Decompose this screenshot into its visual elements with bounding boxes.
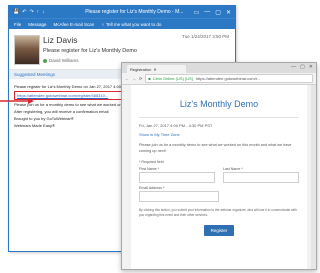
message-date: Tue 1/24/2017 3:50 PM — [182, 34, 229, 39]
name-row: First Name * Last Name * — [139, 167, 299, 183]
required-note: * Required field — [139, 160, 164, 164]
down-arrow-icon[interactable]: ↓ — [42, 9, 45, 15]
tab-file[interactable]: File — [14, 22, 21, 27]
page-title: Liz's Monthly Demo — [179, 99, 259, 109]
tab-message[interactable]: Message — [28, 22, 46, 27]
save-icon[interactable]: 💾 — [13, 9, 19, 15]
recipient-name[interactable]: David Williams — [49, 58, 79, 63]
tab-mcafee[interactable]: McAfee E-mail Scan — [54, 22, 95, 27]
message-subject: Please register for Liz's Monthly Demo — [43, 48, 137, 54]
window-title: Please register for Liz's Monthly Demo -… — [85, 9, 184, 15]
ribbon-tabs: File Message McAfee E-mail Scan ♀ Tell m… — [9, 18, 235, 29]
close-icon[interactable]: ✕ — [226, 9, 231, 16]
webinar-date: Fri, Jan 27, 2017 4:00 PM - 4:30 PM PST — [139, 123, 213, 128]
last-name-label: Last Name * — [223, 167, 243, 171]
forward-icon[interactable]: → — [132, 76, 136, 81]
divider — [139, 117, 299, 118]
browser-tab-strip: Registration ✕ — ▢ ✕ — [122, 63, 316, 73]
scrollbar[interactable] — [311, 85, 316, 269]
quick-access-toolbar: 💾 ↶ ↷ ↑ ↓ — [9, 9, 75, 15]
first-name-field[interactable] — [139, 172, 215, 183]
up-arrow-icon[interactable]: ↑ — [37, 9, 40, 15]
back-icon[interactable]: ← — [125, 76, 129, 81]
minimize-icon[interactable]: — — [291, 64, 296, 70]
window-controls: ▭ — ▢ ✕ — [194, 9, 235, 16]
register-button[interactable]: Register — [204, 225, 234, 236]
tab-label: Registration — [130, 66, 152, 72]
minimize-icon[interactable]: — — [204, 9, 210, 16]
webinar-description: Please join us for a monthly demo to see… — [139, 143, 292, 153]
email-field[interactable] — [139, 191, 219, 202]
avatar — [14, 35, 40, 65]
maximize-icon[interactable]: ▢ — [300, 64, 305, 70]
close-icon[interactable]: ✕ — [309, 64, 313, 70]
outlook-title-bar: 💾 ↶ ↷ ↑ ↓ Please register for Liz's Mont… — [9, 6, 235, 18]
first-name-group: First Name * — [139, 167, 215, 183]
browser-window-controls: — ▢ ✕ — [291, 64, 313, 70]
presence-icon — [43, 58, 47, 63]
email-label: Email Address * — [139, 186, 165, 190]
address-bar[interactable]: ■ Citrix Online (US) [US] https://attend… — [145, 74, 313, 83]
browser-window: Registration ✕ — ▢ ✕ ← → ⟳ ■ Citrix Onli… — [121, 62, 317, 270]
last-name-field[interactable] — [223, 172, 299, 183]
tab-registration[interactable]: Registration ✕ — [127, 65, 186, 73]
consent-text: By clicking this button, you submit your… — [139, 208, 297, 217]
highlight-arrow-icon — [0, 98, 34, 104]
recipient: David Williams — [43, 58, 79, 63]
email-row: Email Address * — [139, 186, 299, 202]
reload-icon[interactable]: ⟳ — [139, 76, 142, 81]
registration-page: Liz's Monthly Demo Fri, Jan 27, 2017 4:0… — [131, 85, 307, 269]
last-name-group: Last Name * — [223, 167, 299, 183]
undo-icon[interactable]: ↶ — [22, 9, 26, 15]
first-name-label: First Name * — [139, 167, 159, 171]
browser-toolbar: ← → ⟳ ■ Citrix Online (US) [US] https://… — [122, 73, 316, 85]
email-group: Email Address * — [139, 186, 219, 202]
ribbon-display-icon[interactable]: ▭ — [194, 9, 200, 16]
maximize-icon[interactable]: ▢ — [215, 9, 221, 16]
tab-close-icon[interactable]: ✕ — [153, 67, 156, 72]
lock-icon: ■ — [148, 76, 151, 81]
secure-label: Citrix Online (US) [US] — [152, 76, 193, 81]
url-text: https://attendee.gotowebinar.com/r... — [195, 76, 261, 81]
tell-me-search[interactable]: ♀ Tell me what you want to do — [101, 22, 161, 27]
redo-icon[interactable]: ↷ — [29, 9, 33, 15]
timezone-link[interactable]: Show in My Time Zone — [139, 132, 307, 137]
sender-name: Liz Davis — [43, 35, 78, 45]
